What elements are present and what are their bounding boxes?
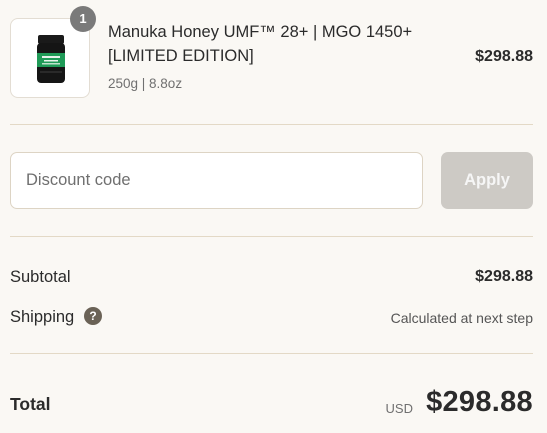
currency-code: USD	[385, 401, 413, 416]
total-amount: $298.88	[426, 386, 533, 418]
honey-jar-icon	[37, 35, 65, 83]
total-label: Total	[10, 394, 51, 414]
question-icon[interactable]: ?	[84, 307, 102, 325]
shipping-value: Calculated at next step	[390, 310, 533, 326]
divider	[10, 236, 533, 237]
divider	[10, 124, 533, 125]
line-item: 1 Manuka Honey UMF™ 28+ | MGO 1450+ [LIM…	[10, 6, 533, 98]
product-title: Manuka Honey UMF™ 28+ | MGO 1450+ [LIMIT…	[108, 23, 413, 65]
apply-button[interactable]: Apply	[441, 152, 533, 209]
product-variant: 250g | 8.8oz	[108, 76, 183, 91]
shipping-label: Shipping	[10, 308, 75, 326]
discount-code-input[interactable]	[10, 152, 423, 209]
divider	[10, 353, 533, 354]
quantity-badge: 1	[70, 6, 96, 32]
product-price: $298.88	[475, 48, 533, 65]
subtotal-label: Subtotal	[10, 268, 71, 286]
subtotal-value: $298.88	[475, 268, 533, 285]
order-summary: 1 Manuka Honey UMF™ 28+ | MGO 1450+ [LIM…	[0, 0, 547, 433]
